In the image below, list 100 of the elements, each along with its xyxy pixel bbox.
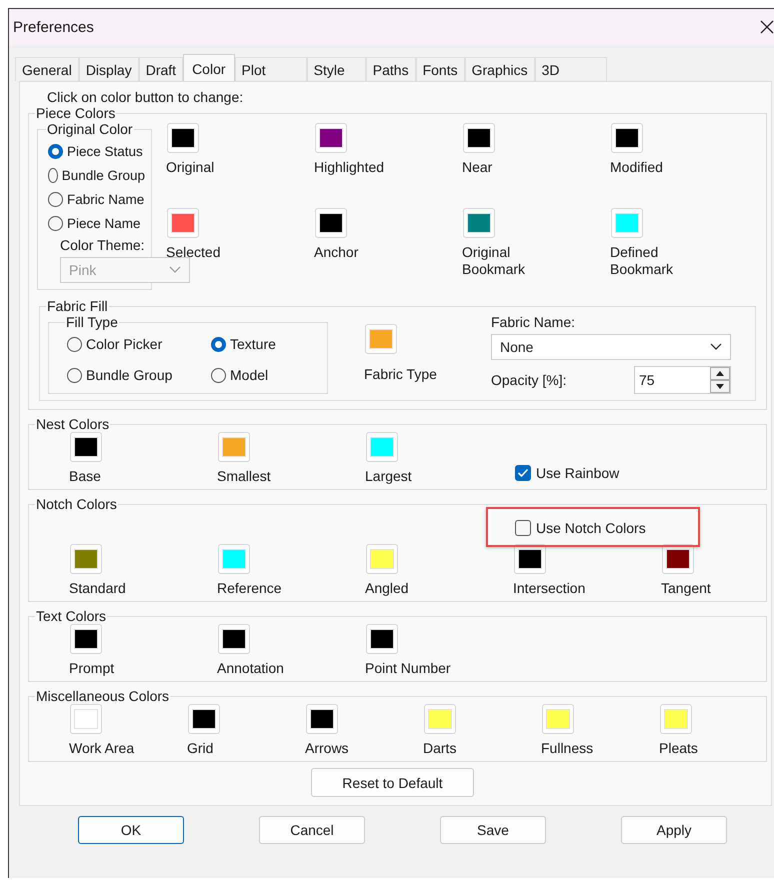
- tab[interactable]: Graphics: [464, 57, 535, 81]
- color-button[interactable]: [188, 704, 220, 734]
- color-label: Near: [462, 159, 492, 176]
- checkbox-label: Use Notch Colors: [536, 520, 646, 536]
- group-title: Original Color: [46, 121, 134, 137]
- tab[interactable]: Style: [306, 57, 366, 81]
- color-button[interactable]: [167, 208, 199, 238]
- color-label: Annotation: [217, 660, 284, 677]
- color-button[interactable]: [70, 432, 102, 462]
- radio-button[interactable]: [67, 368, 82, 382]
- color-button[interactable]: [611, 208, 643, 238]
- color-button[interactable]: [662, 544, 694, 574]
- radio-button[interactable]: [211, 336, 226, 352]
- color-label: Anchor: [314, 244, 358, 261]
- tab[interactable]: Fonts: [416, 57, 465, 81]
- dialog-button[interactable]: Save: [440, 816, 546, 844]
- color-label: Arrows: [305, 740, 349, 757]
- color-label: Modified: [610, 159, 663, 176]
- tab[interactable]: Color: [183, 54, 235, 81]
- color-label: Prompt: [69, 660, 114, 677]
- color-button[interactable]: [611, 123, 643, 153]
- checkbox[interactable]: [515, 520, 531, 536]
- color-label: Work Area: [69, 740, 134, 757]
- chevron-icon: [710, 343, 722, 351]
- dialog-button[interactable]: Apply: [621, 816, 727, 844]
- field-label: Opacity [%]:: [491, 372, 566, 388]
- radio-button[interactable]: [211, 368, 226, 382]
- color-label: Defined Bookmark: [610, 244, 674, 278]
- color-label: Original: [166, 159, 214, 176]
- color-button[interactable]: [366, 624, 398, 654]
- radio-label: Texture: [230, 336, 276, 352]
- color-label: Original Bookmark: [462, 244, 526, 278]
- radio-label: Color Picker: [86, 336, 162, 352]
- color-button[interactable]: [218, 624, 250, 654]
- dialog-button[interactable]: Cancel: [259, 816, 365, 844]
- tab[interactable]: Plot: [234, 57, 307, 81]
- color-label: Tangent: [661, 580, 711, 597]
- color-button[interactable]: [542, 704, 574, 734]
- close-icon[interactable]: [760, 20, 774, 34]
- color-button[interactable]: [660, 704, 692, 734]
- reset-button[interactable]: Reset to Default: [311, 768, 474, 797]
- color-button[interactable]: [70, 624, 102, 654]
- color-button[interactable]: [366, 432, 398, 462]
- radio-button[interactable]: [48, 216, 63, 230]
- color-button[interactable]: [424, 704, 456, 734]
- radio-button[interactable]: [48, 192, 63, 206]
- color-button[interactable]: [218, 432, 250, 462]
- color-label: Base: [69, 468, 101, 485]
- color-label: Smallest: [217, 468, 271, 485]
- chevron-icon: [169, 266, 181, 274]
- color-button[interactable]: [315, 208, 347, 238]
- spin-arrows-icon[interactable]: [710, 367, 730, 393]
- radio-button[interactable]: [48, 168, 58, 182]
- window-title: Preferences: [13, 18, 94, 36]
- radio-label: Bundle Group: [62, 168, 145, 182]
- color-label: Highlighted: [314, 159, 384, 176]
- color-label: Angled: [365, 580, 409, 597]
- field-label: Color Theme:: [59, 237, 145, 253]
- color-button[interactable]: [167, 123, 199, 153]
- dialog-button[interactable]: OK: [78, 816, 184, 844]
- color-label: Largest: [365, 468, 412, 485]
- radio-button[interactable]: [67, 336, 82, 352]
- radio-label: Piece Status: [67, 144, 143, 158]
- fabric-dropdown[interactable]: None: [491, 334, 731, 360]
- color-label: Standard: [69, 580, 126, 597]
- color-button[interactable]: [306, 704, 338, 734]
- color-label: Pleats: [659, 740, 698, 757]
- tab[interactable]: 3D: [534, 57, 607, 81]
- opacity-field[interactable]: 75: [634, 366, 731, 394]
- color-button[interactable]: [218, 544, 250, 574]
- radio-label: Fabric Name: [67, 192, 144, 206]
- tab[interactable]: Display: [78, 57, 139, 81]
- radio-button[interactable]: [48, 144, 63, 158]
- group-title: Piece Colors: [35, 105, 116, 121]
- color-button[interactable]: [463, 123, 495, 153]
- group-title: Nest Colors: [35, 416, 110, 432]
- color-label: Darts: [423, 740, 456, 757]
- color-button[interactable]: [315, 123, 347, 153]
- color-button[interactable]: [514, 544, 546, 574]
- tab[interactable]: Paths: [366, 57, 416, 81]
- radio-label: Piece Name: [67, 216, 141, 230]
- color-button[interactable]: [365, 324, 397, 354]
- group-title: Notch Colors: [35, 496, 118, 512]
- color-button[interactable]: [70, 704, 102, 734]
- tab[interactable]: Draft: [138, 57, 184, 81]
- tab[interactable]: General: [15, 57, 79, 81]
- radio-label: Model: [230, 367, 268, 383]
- color-label: Intersection: [513, 580, 586, 597]
- group-title: Text Colors: [35, 608, 108, 624]
- color-button[interactable]: [463, 208, 495, 238]
- field-label: Fabric Name:: [491, 314, 576, 330]
- group-title: Fabric Fill: [46, 298, 109, 314]
- checkbox[interactable]: [515, 465, 531, 481]
- instruction-text: Click on color button to change:: [46, 89, 244, 105]
- color-button[interactable]: [366, 544, 398, 574]
- checkbox-label: Use Rainbow: [536, 465, 620, 481]
- color-label: Grid: [187, 740, 214, 757]
- color-button[interactable]: [70, 544, 102, 574]
- checkmark-icon: [517, 468, 529, 478]
- color-label: Fabric Type: [364, 366, 437, 383]
